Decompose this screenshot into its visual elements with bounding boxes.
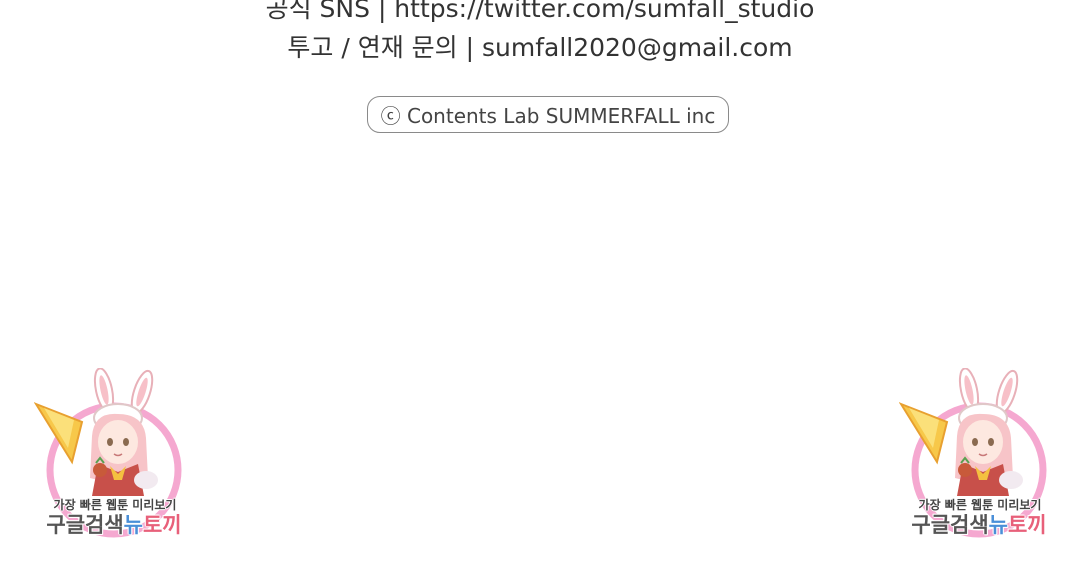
credit-sns-line: 공식 SNS | https://twitter.com/sumfall_stu… xyxy=(265,0,815,23)
watermark-badge-right: 가장 빠른 웹툰 미리보기 구글검색뉴토끼 xyxy=(899,368,1059,548)
watermark-name: 구글검색뉴토끼 xyxy=(899,509,1059,539)
credit-contact-line: 투고 / 연재 문의 | sumfall2020@gmail.com xyxy=(287,33,793,62)
watermark-name: 구글검색뉴토끼 xyxy=(34,509,194,539)
copyright-badge: ⓒ Contents Lab SUMMERFALL inc xyxy=(367,96,729,133)
watermark-name-part1: 구글검색 xyxy=(46,513,124,537)
watermark-badge-left: 가장 빠른 웹툰 미리보기 구글검색뉴토끼 xyxy=(34,368,194,548)
copyright-text: ⓒ Contents Lab SUMMERFALL inc xyxy=(380,104,716,128)
watermark-name-part2: 뉴 xyxy=(988,513,1008,537)
watermark-name-part1: 구글검색 xyxy=(911,513,989,537)
watermark-name-part2: 뉴 xyxy=(123,513,143,537)
watermark-name-part3: 토끼 xyxy=(142,513,182,537)
watermark-name-part3: 토끼 xyxy=(1007,513,1047,537)
